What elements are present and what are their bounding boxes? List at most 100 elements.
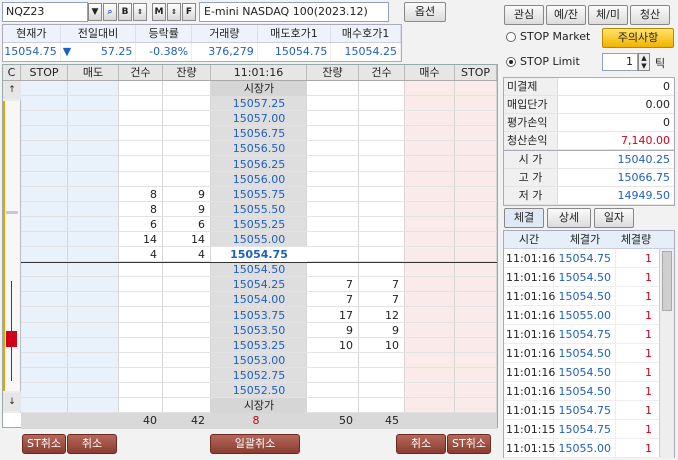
order-cell[interactable] <box>455 383 497 398</box>
order-cell[interactable] <box>405 292 455 307</box>
f-button[interactable]: F <box>182 3 196 21</box>
order-cell[interactable] <box>68 262 119 277</box>
qty-cell[interactable]: 10 <box>359 338 405 353</box>
order-cell[interactable] <box>21 247 68 262</box>
ladder-header[interactable]: C <box>3 65 21 80</box>
order-cell[interactable] <box>455 277 497 292</box>
qty-cell[interactable]: 7 <box>307 277 359 292</box>
b-button[interactable]: B <box>118 3 132 21</box>
qty-cell[interactable]: 6 <box>119 217 163 232</box>
order-cell[interactable] <box>455 323 497 338</box>
notice-button[interactable]: 주의사항 <box>602 28 674 48</box>
updown-icon[interactable]: ⇕ <box>133 3 147 21</box>
trade-scrollbar[interactable] <box>659 249 674 457</box>
right-tab-button[interactable]: 체/미 <box>588 5 628 25</box>
order-cell[interactable] <box>405 247 455 262</box>
order-cell[interactable] <box>405 277 455 292</box>
order-cell[interactable] <box>455 172 497 187</box>
tick-spin[interactable]: ▲ ▼ <box>638 53 650 71</box>
price-cell[interactable]: 15053.50 <box>211 323 307 338</box>
price-cell[interactable]: 15055.75 <box>211 187 307 202</box>
qty-cell[interactable]: 9 <box>359 323 405 338</box>
order-cell[interactable] <box>68 308 119 323</box>
order-cell[interactable] <box>405 157 455 172</box>
stop-market-radio[interactable] <box>506 32 516 42</box>
order-cell[interactable] <box>68 247 119 262</box>
qty-cell[interactable]: 7 <box>359 277 405 292</box>
order-cell[interactable] <box>21 202 68 217</box>
market-price-cell[interactable]: 시장가 <box>211 398 307 413</box>
order-cell[interactable] <box>405 217 455 232</box>
order-cell[interactable] <box>21 111 68 126</box>
order-cell[interactable] <box>21 172 68 187</box>
order-cell[interactable] <box>68 202 119 217</box>
order-cell[interactable] <box>68 172 119 187</box>
order-cell[interactable] <box>68 187 119 202</box>
order-cell[interactable] <box>405 353 455 368</box>
qty-cell[interactable]: 12 <box>359 308 405 323</box>
qty-cell[interactable]: 4 <box>119 247 163 262</box>
order-cell[interactable] <box>68 126 119 141</box>
price-cell[interactable]: 15057.00 <box>211 111 307 126</box>
order-cell[interactable] <box>21 323 68 338</box>
order-cell[interactable] <box>68 111 119 126</box>
qty-cell[interactable]: 8 <box>119 202 163 217</box>
updown-icon[interactable]: ⇕ <box>167 3 181 21</box>
order-cell[interactable] <box>68 353 119 368</box>
qty-cell[interactable]: 9 <box>163 202 211 217</box>
order-cell[interactable] <box>68 232 119 247</box>
order-cell[interactable] <box>68 96 119 111</box>
cancel-left-button[interactable]: 취소 <box>67 434 117 454</box>
order-cell[interactable] <box>21 338 68 353</box>
price-cell[interactable]: 15052.50 <box>211 383 307 398</box>
order-cell[interactable] <box>21 126 68 141</box>
order-cell[interactable] <box>21 383 68 398</box>
order-cell[interactable] <box>21 157 68 172</box>
order-cell[interactable] <box>68 292 119 307</box>
order-cell[interactable] <box>455 157 497 172</box>
dropdown-icon[interactable]: ▼ <box>88 3 102 21</box>
order-cell[interactable] <box>68 323 119 338</box>
qty-cell[interactable]: 9 <box>307 323 359 338</box>
order-cell[interactable] <box>68 338 119 353</box>
right-tab-button[interactable]: 관심 <box>504 5 544 25</box>
trade-tab[interactable]: 체결 <box>504 208 544 228</box>
order-cell[interactable] <box>455 262 497 277</box>
order-cell[interactable] <box>405 172 455 187</box>
price-cell[interactable]: 15056.00 <box>211 172 307 187</box>
qty-cell[interactable]: 17 <box>307 308 359 323</box>
order-cell[interactable] <box>405 202 455 217</box>
right-tab-button[interactable]: 청산 <box>630 5 670 25</box>
scroll-down-icon[interactable]: ↓ <box>3 393 21 411</box>
order-cell[interactable] <box>21 292 68 307</box>
order-cell[interactable] <box>455 353 497 368</box>
price-cell[interactable]: 15053.00 <box>211 353 307 368</box>
scroll-up-icon[interactable]: ↑ <box>3 81 21 99</box>
order-cell[interactable] <box>21 262 68 277</box>
price-cell[interactable]: 15054.00 <box>211 292 307 307</box>
order-cell[interactable] <box>21 187 68 202</box>
order-cell[interactable] <box>455 247 497 262</box>
qty-cell[interactable]: 10 <box>307 338 359 353</box>
order-cell[interactable] <box>68 217 119 232</box>
price-cell[interactable]: 15055.25 <box>211 217 307 232</box>
qty-cell[interactable]: 14 <box>119 232 163 247</box>
order-cell[interactable] <box>21 141 68 156</box>
order-cell[interactable] <box>455 111 497 126</box>
order-cell[interactable] <box>68 277 119 292</box>
order-cell[interactable] <box>405 338 455 353</box>
price-cell[interactable]: 15053.75 <box>211 308 307 323</box>
price-cell[interactable]: 15052.75 <box>211 368 307 383</box>
qty-cell[interactable]: 9 <box>163 187 211 202</box>
order-cell[interactable] <box>21 232 68 247</box>
cancel-right-button[interactable]: 취소 <box>396 434 446 454</box>
price-cell[interactable]: 15056.50 <box>211 141 307 156</box>
m-button[interactable]: M <box>152 3 166 21</box>
trade-tab[interactable]: 일자 <box>594 208 634 228</box>
order-cell[interactable] <box>405 141 455 156</box>
price-cell[interactable]: 15054.75 <box>211 247 307 262</box>
qty-cell[interactable]: 8 <box>119 187 163 202</box>
option-button[interactable]: 옵션 <box>404 2 446 22</box>
price-cell[interactable]: 15054.50 <box>211 262 307 277</box>
st-cancel-left-button[interactable]: ST취소 <box>22 434 66 454</box>
